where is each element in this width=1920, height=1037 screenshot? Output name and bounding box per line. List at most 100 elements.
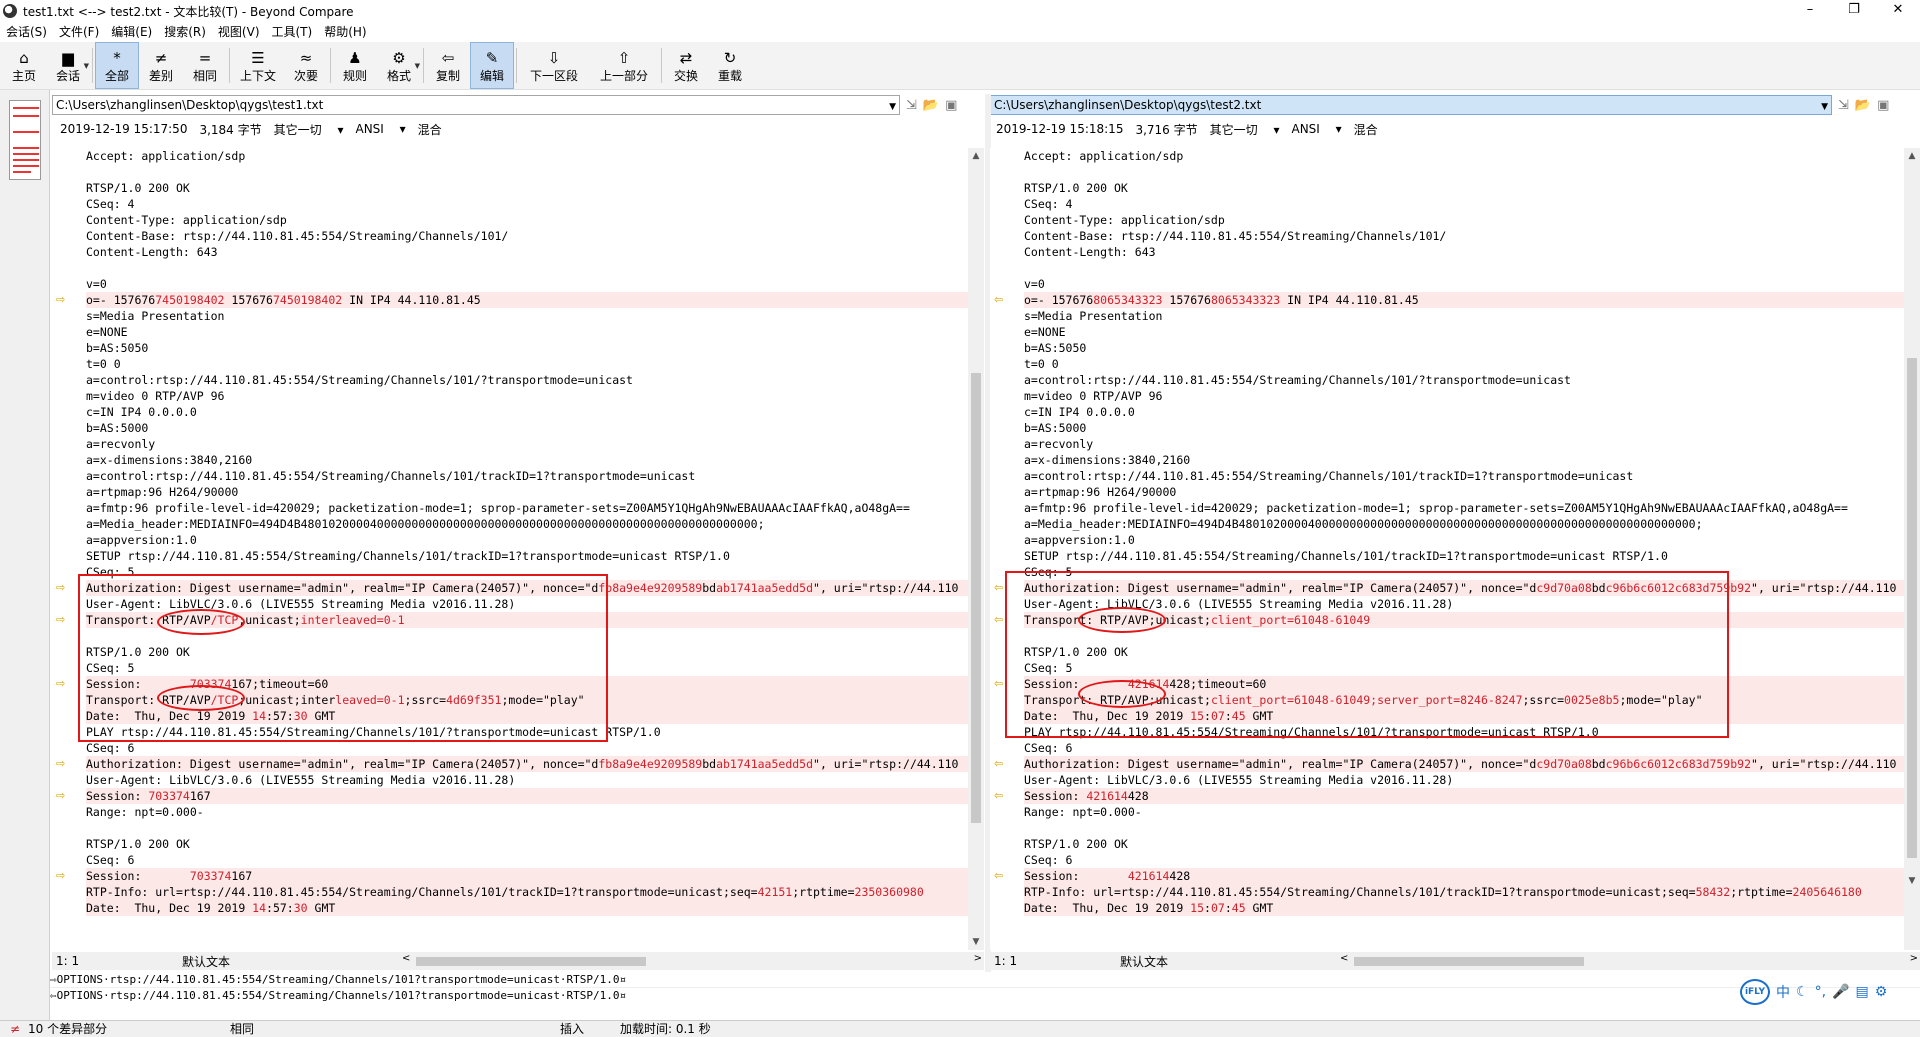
left-text-line[interactable]: User-Agent: LibVLC/3.0.6 (LIVE555 Stream… (86, 772, 968, 788)
right-text-line[interactable]: o=- 1576768065343323 1576768065343323 IN… (1024, 292, 1904, 308)
right-text-line[interactable]: s=Media Presentation (1024, 308, 1904, 324)
detail-line-left[interactable]: ⇨OPTIONS·rtsp://44.110.81.45:554/Streami… (50, 972, 1920, 988)
ime-toolbar[interactable]: iFLY 中 ☾ °, 🎤 ▤ ⚙ (1740, 978, 1887, 1006)
menu-item-3[interactable]: 搜索(R) (158, 22, 212, 42)
chevron-down-icon[interactable]: ▼ (889, 98, 896, 116)
left-text-line[interactable]: a=Media_header:MEDIAINFO=494D4B480102000… (86, 516, 968, 532)
copy-arrow-icon[interactable]: ⇨ (56, 678, 70, 690)
right-text-line[interactable]: Authorization: Digest username="admin", … (1024, 756, 1904, 772)
diff-thumbnail[interactable] (9, 100, 41, 180)
right-text-line[interactable]: b=AS:5050 (1024, 340, 1904, 356)
left-text-line[interactable]: a=appversion:1.0 (86, 532, 968, 548)
left-text-line[interactable]: c=IN IP4 0.0.0.0 (86, 404, 968, 420)
right-text-line[interactable]: t=0 0 (1024, 356, 1904, 372)
scroll-left-icon[interactable]: < (1340, 953, 1348, 964)
menu-item-1[interactable]: 文件(F) (53, 22, 105, 42)
right-encoding-select[interactable]: ANSI ▾ (1291, 122, 1341, 136)
close-button[interactable]: ✕ (1876, 0, 1920, 22)
right-text-line[interactable]: RTSP/1.0 200 OK (1024, 180, 1904, 196)
left-text-line[interactable]: Content-Type: application/sdp (86, 212, 968, 228)
left-text-line[interactable]: Date: Thu, Dec 19 2019 14:57:30 GMT (86, 900, 968, 916)
copy-arrow-icon[interactable]: ⇦ (994, 294, 1008, 306)
moon-icon[interactable]: ☾ (1796, 984, 1809, 1000)
left-text-line[interactable]: CSeq: 6 (86, 740, 968, 756)
right-text-line[interactable]: SETUP rtsp://44.110.81.45:554/Streaming/… (1024, 548, 1904, 564)
left-text-line[interactable]: a=rtpmap:96 H264/90000 (86, 484, 968, 500)
right-text-line[interactable]: e=NONE (1024, 324, 1904, 340)
right-text-line[interactable]: Content-Base: rtsp://44.110.81.45:554/St… (1024, 228, 1904, 244)
left-text-line[interactable]: t=0 0 (86, 356, 968, 372)
chevron-down-icon[interactable]: ▼ (84, 62, 89, 70)
right-text-line[interactable]: v=0 (1024, 276, 1904, 292)
left-text-line[interactable] (86, 164, 968, 180)
right-text-line[interactable]: Content-Length: 643 (1024, 244, 1904, 260)
right-text-line[interactable] (1024, 260, 1904, 276)
left-text-line[interactable]: a=control:rtsp://44.110.81.45:554/Stream… (86, 372, 968, 388)
copy-arrow-icon[interactable]: ⇨ (56, 614, 70, 626)
right-line-end-select[interactable]: 其它一切 ▾ (1210, 121, 1280, 138)
diffs-button[interactable]: ≠ 差别 (139, 42, 183, 89)
keyboard-icon[interactable]: ▤ (1855, 984, 1868, 1000)
right-text-line[interactable]: a=control:rtsp://44.110.81.45:554/Stream… (1024, 372, 1904, 388)
scroll-thumb[interactable] (1907, 358, 1917, 858)
copy-button[interactable]: ⇦ 复制 (426, 42, 470, 89)
left-text-line[interactable]: Accept: application/sdp (86, 148, 968, 164)
right-text-line[interactable]: CSeq: 6 (1024, 852, 1904, 868)
format-button[interactable]: ⚙ 格式 ▼ (377, 42, 421, 89)
right-text-line[interactable]: c=IN IP4 0.0.0.0 (1024, 404, 1904, 420)
left-text-line[interactable]: m=video 0 RTP/AVP 96 (86, 388, 968, 404)
left-text-line[interactable]: RTP-Info: url=rtsp://44.110.81.45:554/St… (86, 884, 968, 900)
chevron-down-icon[interactable]: ▼ (415, 62, 420, 70)
left-text-line[interactable]: a=control:rtsp://44.110.81.45:554/Stream… (86, 468, 968, 484)
menu-item-2[interactable]: 编辑(E) (105, 22, 158, 42)
left-text-line[interactable]: Range: npt=0.000- (86, 804, 968, 820)
save-icon[interactable]: ▣ (1877, 98, 1889, 113)
right-text-line[interactable]: a=fmtp:96 profile-level-id=420029; packe… (1024, 500, 1904, 516)
right-text-line[interactable]: CSeq: 4 (1024, 196, 1904, 212)
right-text-line[interactable]: Range: npt=0.000- (1024, 804, 1904, 820)
context-button[interactable]: ☰ 上下文 (232, 42, 284, 89)
menu-item-6[interactable]: 帮助(H) (318, 22, 372, 42)
minimize-button[interactable]: – (1788, 0, 1832, 22)
copy-arrow-icon[interactable]: ⇨ (56, 582, 70, 594)
left-text-line[interactable]: v=0 (86, 276, 968, 292)
left-encoding-select[interactable]: ANSI ▾ (355, 122, 405, 136)
copy-arrow-icon[interactable]: ⇦ (994, 790, 1008, 802)
microphone-icon[interactable]: 🎤 (1832, 984, 1849, 1000)
right-horizontal-scrollbar[interactable]: < > (1340, 953, 1920, 968)
maximize-button[interactable]: ❐ (1832, 0, 1876, 22)
right-text-line[interactable]: Session: 421614428 (1024, 788, 1904, 804)
right-text-line[interactable]: Session: 421614428 (1024, 868, 1904, 884)
left-text-line[interactable]: b=AS:5050 (86, 340, 968, 356)
right-text-line[interactable]: b=AS:5000 (1024, 420, 1904, 436)
right-text-format[interactable]: 默认文本 (1050, 953, 1340, 970)
right-text-line[interactable]: Content-Type: application/sdp (1024, 212, 1904, 228)
right-text-line[interactable]: a=control:rtsp://44.110.81.45:554/Stream… (1024, 468, 1904, 484)
ifly-logo[interactable]: iFLY (1740, 979, 1770, 1005)
scroll-up-icon[interactable]: ▲ (1904, 148, 1920, 164)
right-text-line[interactable]: a=appversion:1.0 (1024, 532, 1904, 548)
scroll-down-icon[interactable]: ▼ (1904, 873, 1920, 889)
left-text-line[interactable]: e=NONE (86, 324, 968, 340)
folder-open-icon[interactable]: 📂 (1855, 98, 1871, 113)
left-text-line[interactable]: Authorization: Digest username="admin", … (86, 756, 968, 772)
left-text-line[interactable]: SETUP rtsp://44.110.81.45:554/Streaming/… (86, 548, 968, 564)
left-path-input[interactable]: C:\Users\zhanglinsen\Desktop\qygs\test1.… (52, 95, 900, 115)
right-text-line[interactable]: RTP-Info: url=rtsp://44.110.81.45:554/St… (1024, 884, 1904, 900)
right-text-line[interactable]: a=Media_header:MEDIAINFO=494D4B480102000… (1024, 516, 1904, 532)
scroll-right-icon[interactable]: > (974, 953, 982, 964)
history-icon[interactable]: ⇲ (1838, 98, 1849, 113)
left-text-format[interactable]: 默认文本 (112, 953, 402, 970)
swap-button[interactable]: ⇄ 交换 (664, 42, 708, 89)
edit-button[interactable]: ✎ 编辑 (470, 42, 514, 89)
scroll-thumb[interactable] (1354, 957, 1584, 966)
right-text-line[interactable] (1024, 820, 1904, 836)
left-horizontal-scrollbar[interactable]: < > (402, 953, 984, 968)
scroll-down-icon[interactable]: ▼ (968, 934, 984, 950)
scroll-up-icon[interactable]: ▲ (968, 148, 984, 164)
next-section-button[interactable]: ⇩ 下一区段 (519, 42, 589, 89)
left-text-line[interactable]: Session: 703374167 (86, 868, 968, 884)
reload-button[interactable]: ↻ 重载 (708, 42, 752, 89)
right-text-line[interactable]: Accept: application/sdp (1024, 148, 1904, 164)
left-text-line[interactable]: a=x-dimensions:3840,2160 (86, 452, 968, 468)
